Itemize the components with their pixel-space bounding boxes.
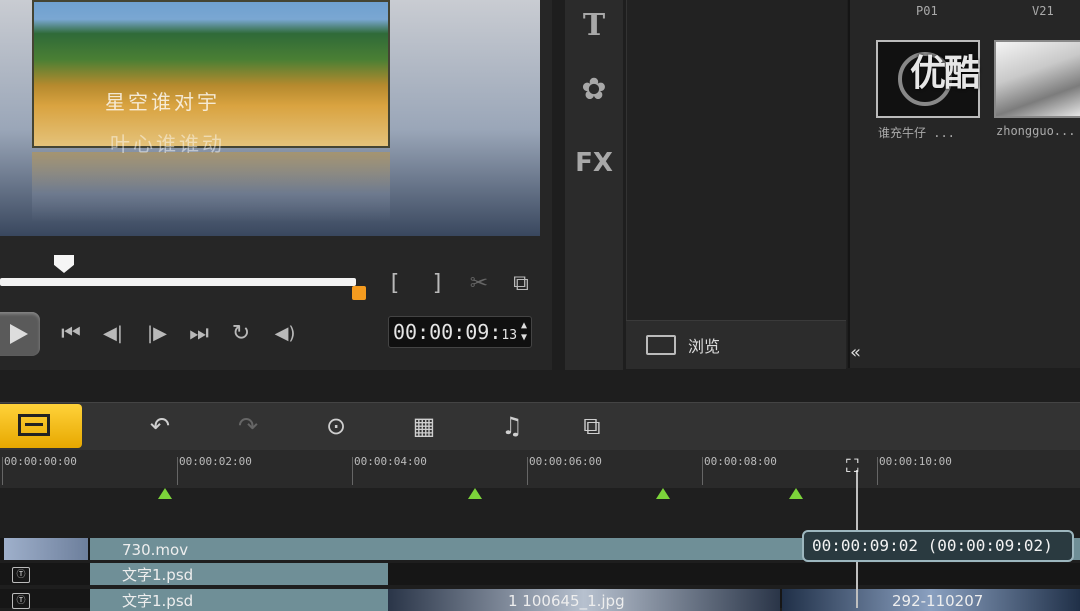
timecode-field[interactable]: 00:00:09:13 ▲ ▼ xyxy=(388,316,532,348)
ruler-tick xyxy=(177,457,178,485)
overlay-caption-2: 叶心谁谁动 xyxy=(110,132,225,156)
overlay-track: Ⓣ 文字1.psd 1 100645_1.jpg 292-110207 xyxy=(0,589,1080,611)
trim-end-marker[interactable] xyxy=(352,286,366,300)
motion-tracking-icon[interactable]: ⧉ xyxy=(574,408,610,444)
library-tool-strip: T ✿ FX xyxy=(565,0,623,370)
ruler-tick-label: 00:00:10:00 xyxy=(879,455,952,468)
ruler-tick xyxy=(527,457,528,485)
overlay-clip[interactable]: 文字1.psd xyxy=(90,563,388,585)
ruler-tick-label: 00:00:02:00 xyxy=(179,455,252,468)
scrubber-track[interactable] xyxy=(0,278,356,286)
ruler-tick-label: 00:00:00:00 xyxy=(4,455,77,468)
storyboard-icon xyxy=(18,414,50,436)
cue-marker[interactable] xyxy=(656,488,670,499)
timecode-spinner-icon[interactable]: ▲ ▼ xyxy=(521,320,527,344)
filter-fx-icon[interactable]: FX xyxy=(565,148,623,178)
timecode-frames: 13 xyxy=(501,328,518,343)
mark-out-button[interactable]: ] xyxy=(422,270,452,298)
library-column-header: V21 xyxy=(1032,4,1054,18)
library-thumbnail[interactable] xyxy=(994,40,1080,118)
thumbnail-label: zhongguo... xyxy=(996,124,1076,138)
previous-frame-icon[interactable]: ◀| xyxy=(98,320,128,348)
preview-reflection xyxy=(32,152,390,222)
redo-icon[interactable]: ↷ xyxy=(230,408,266,444)
sound-mixer-icon[interactable]: ♫ xyxy=(494,408,530,444)
watermark-logo: 优酷 xyxy=(910,53,980,94)
library-category-panel xyxy=(626,0,847,368)
undo-icon[interactable]: ↶ xyxy=(142,408,178,444)
folder-icon xyxy=(646,335,676,355)
collapse-library-button[interactable]: « xyxy=(850,342,876,364)
ruler-tick-label: 00:00:08:00 xyxy=(704,455,777,468)
ruler-tick xyxy=(352,457,353,485)
browse-button[interactable]: 浏览 xyxy=(626,320,846,369)
mark-in-button[interactable]: [ xyxy=(380,270,410,298)
ruler-tick-label: 00:00:06:00 xyxy=(529,455,602,468)
timecode-value: 00:00:09: xyxy=(393,320,502,344)
scissors-icon[interactable]: ✂ xyxy=(464,270,494,298)
auto-music-icon[interactable]: ▦ xyxy=(406,408,442,444)
volume-icon[interactable]: ◀) xyxy=(270,320,300,348)
browse-label: 浏览 xyxy=(688,337,721,356)
next-frame-icon[interactable]: |▶ xyxy=(142,320,172,348)
cue-marker[interactable] xyxy=(158,488,172,499)
library-column-header: P01 xyxy=(916,4,938,18)
preview-photo xyxy=(32,0,390,148)
overlay-caption-1: 星空谁对宇 xyxy=(105,90,220,114)
title-icon[interactable]: T xyxy=(565,8,623,43)
ruler-tick xyxy=(877,457,878,485)
play-button[interactable] xyxy=(0,312,40,356)
track-type-icon: Ⓣ xyxy=(12,593,30,609)
home-icon[interactable]: ⏮ xyxy=(56,320,86,348)
thumbnail-label: 谁充牛仔 ... xyxy=(878,126,955,140)
title-track: Ⓣ 文字1.psd xyxy=(0,563,1080,585)
end-icon[interactable]: ⏭ xyxy=(184,320,214,348)
ruler-tick-label: 00:00:04:00 xyxy=(354,455,427,468)
storyboard-view-button[interactable] xyxy=(0,404,82,448)
ruler-tick xyxy=(702,457,703,485)
preview-window: 星空谁对宇 叶心谁谁动 xyxy=(0,0,540,236)
track-type-icon: Ⓣ xyxy=(12,567,30,583)
enlarge-preview-icon[interactable]: ⧉ xyxy=(506,270,536,298)
playhead-handle[interactable]: ⛶ xyxy=(846,456,868,480)
transition-icon[interactable]: ✿ xyxy=(565,72,623,107)
clip-thumbnail xyxy=(4,538,88,560)
timecode-tooltip: 00:00:09:02 (00:00:09:02) xyxy=(802,530,1074,562)
cue-marker[interactable] xyxy=(789,488,803,499)
record-capture-icon[interactable]: ⊙ xyxy=(318,408,354,444)
ruler-tick xyxy=(2,457,3,485)
cue-marker[interactable] xyxy=(468,488,482,499)
repeat-icon[interactable]: ↻ xyxy=(226,320,256,348)
